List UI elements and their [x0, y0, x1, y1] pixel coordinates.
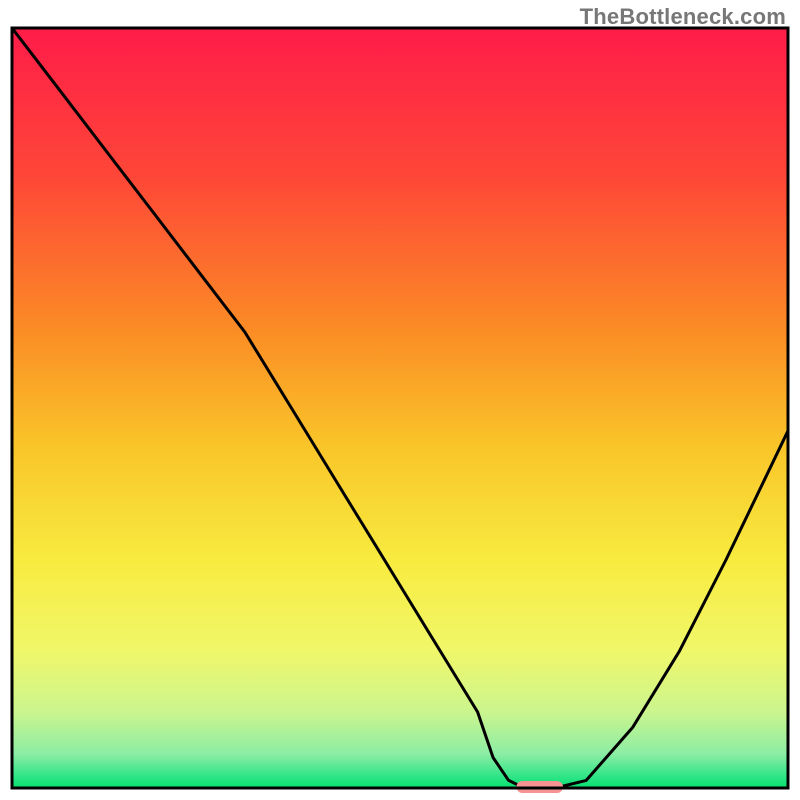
- gradient-background: [12, 28, 788, 788]
- bottleneck-chart: [0, 0, 800, 800]
- chart-container: TheBottleneck.com: [0, 0, 800, 800]
